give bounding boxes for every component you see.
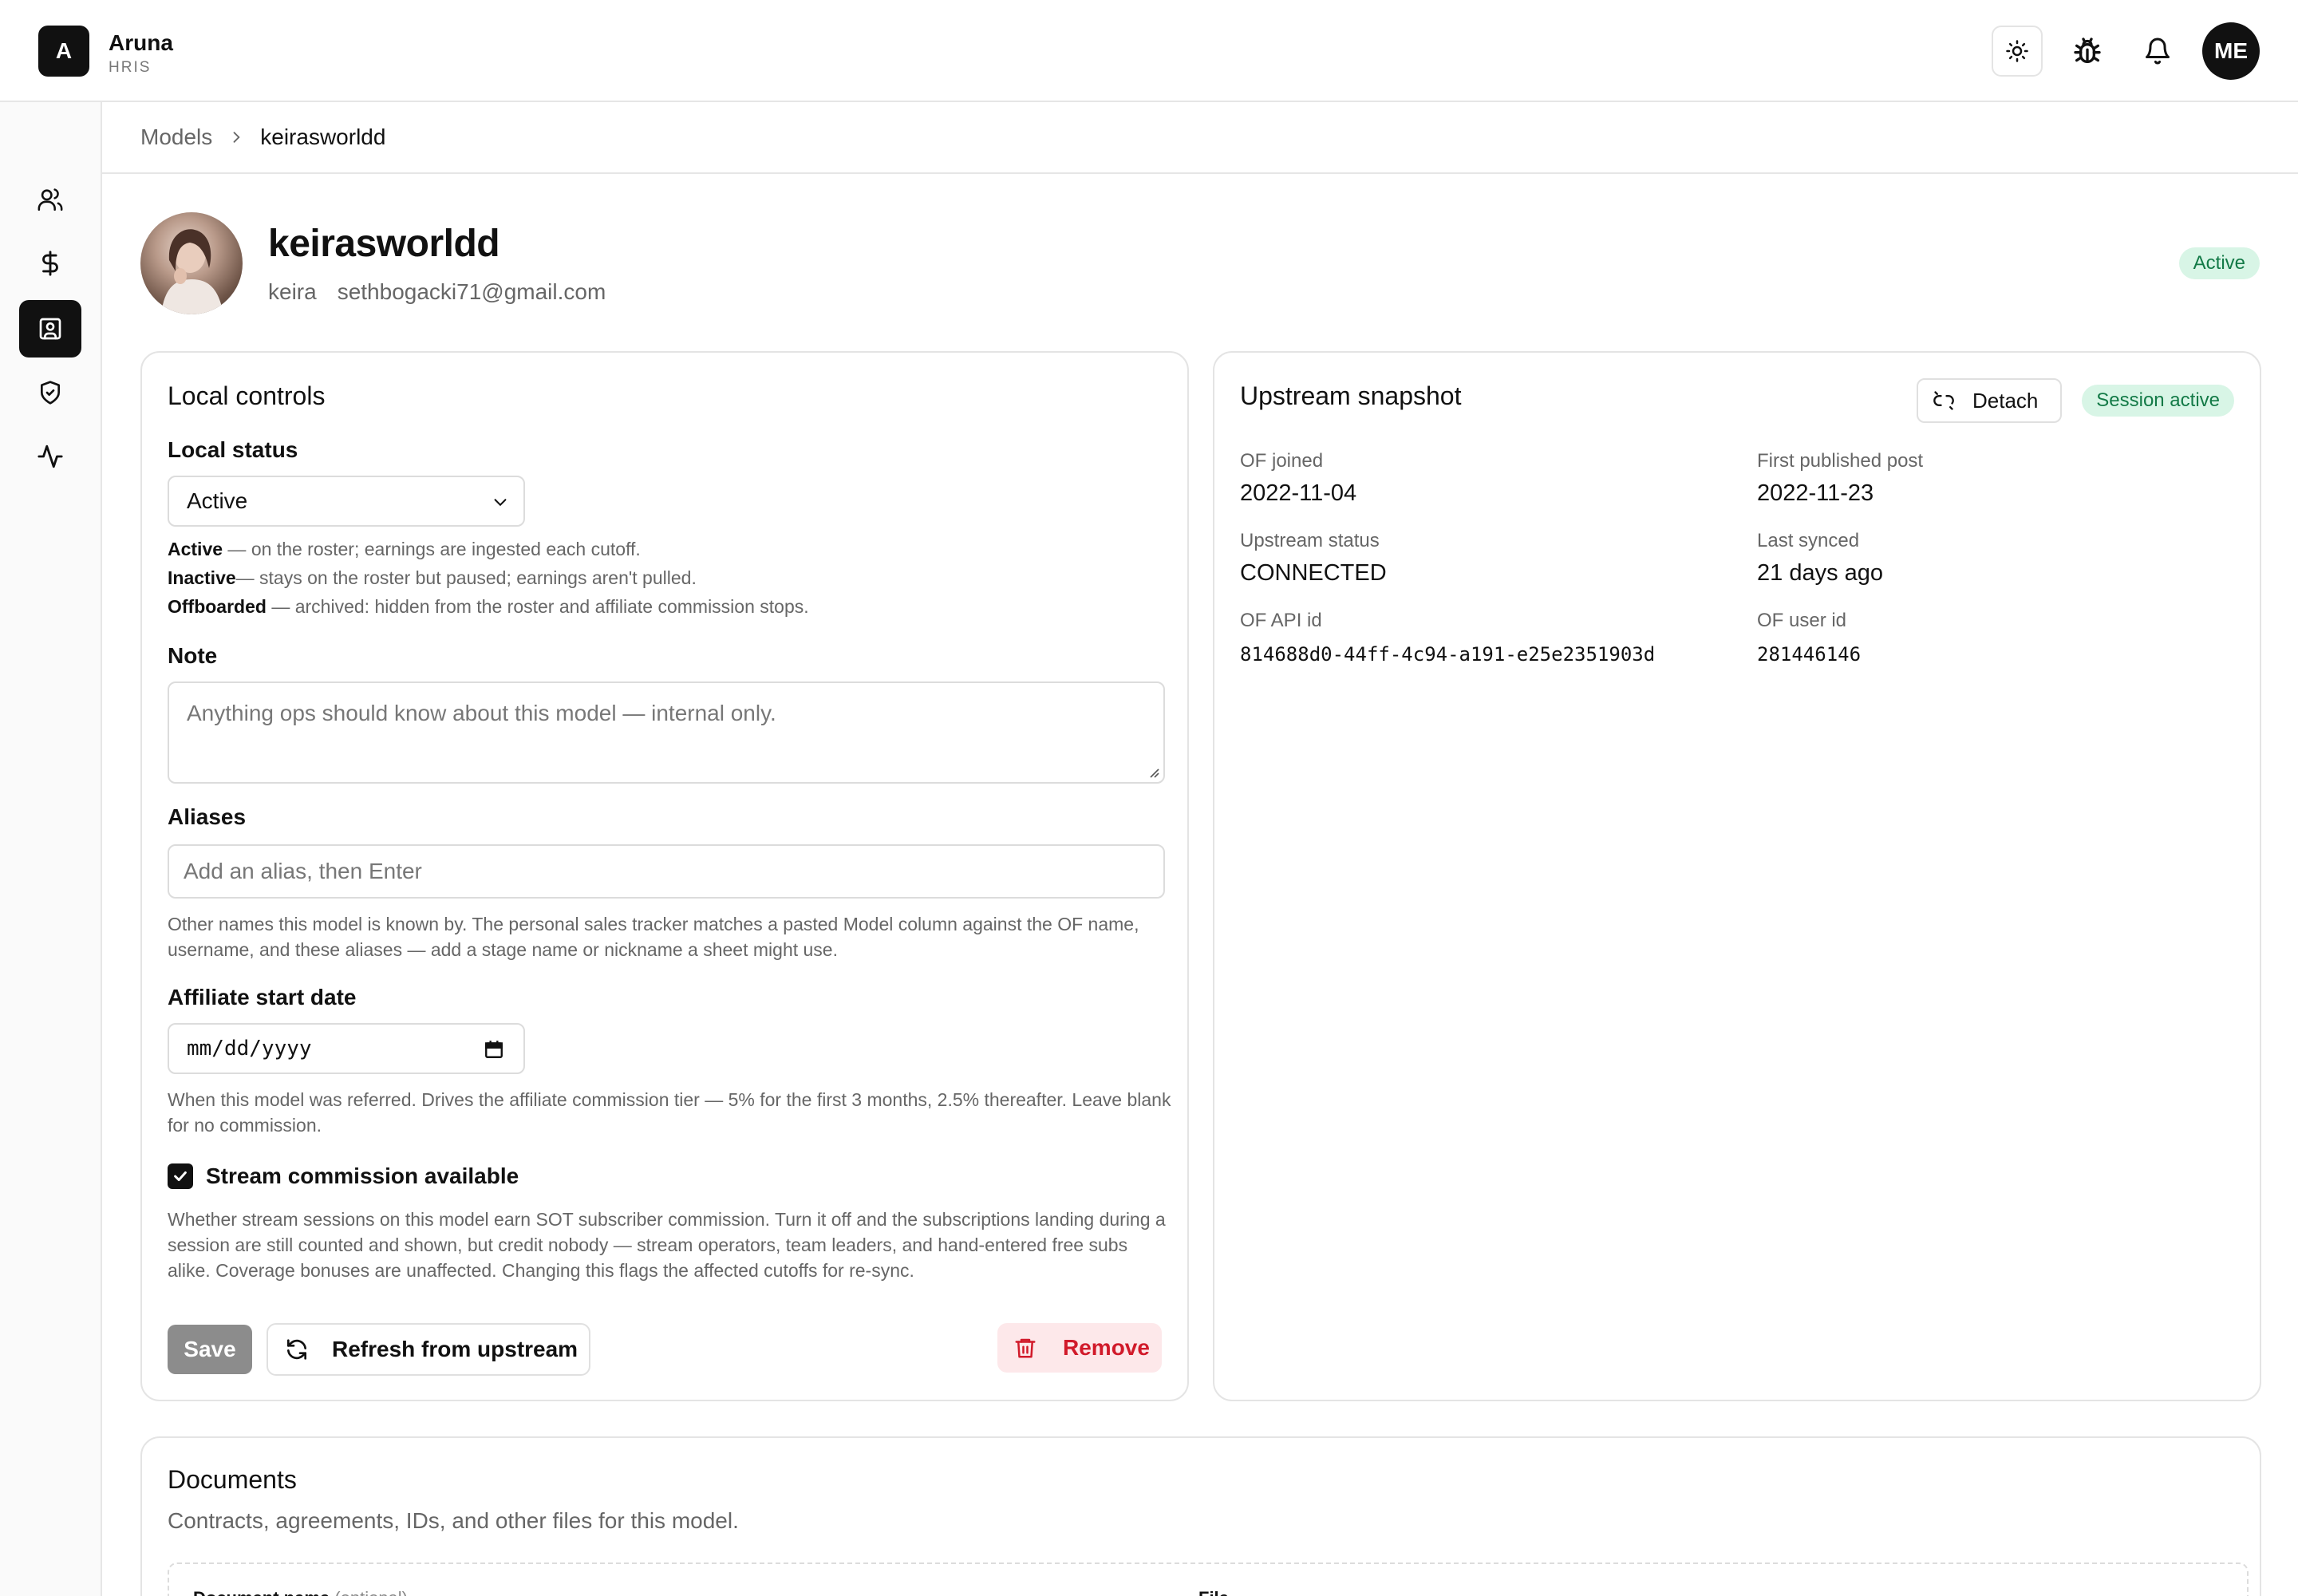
- sidebar-item-payroll[interactable]: [19, 235, 81, 292]
- document-name-column: Document name (optional): [193, 1588, 408, 1596]
- of-api-id-field: OF API id 814688d0-44ff-4c94-a191-e25e23…: [1240, 610, 1655, 666]
- first-post-label: First published post: [1757, 450, 1924, 472]
- aliases-placeholder: Add an alias, then Enter: [184, 859, 422, 883]
- document-name-label: Document name: [193, 1588, 330, 1596]
- status-help-inactive: Inactive— stays on the roster but paused…: [168, 567, 697, 588]
- local-status-help: Active — on the roster; earnings are ing…: [168, 535, 809, 621]
- of-user-id-field: OF user id 281446146: [1757, 610, 1861, 666]
- remove-button[interactable]: Remove: [997, 1323, 1162, 1373]
- of-api-id-label: OF API id: [1240, 610, 1322, 631]
- local-status-select[interactable]: Active: [168, 476, 525, 527]
- top-bar: A Aruna HRIS ME: [0, 0, 2298, 102]
- app-name: Aruna: [109, 30, 173, 55]
- bug-icon: [2071, 35, 2103, 67]
- document-upload-area: Document name (optional) File: [168, 1562, 2249, 1596]
- shield-check-icon: [38, 380, 63, 405]
- model-username: keirasworldd: [268, 223, 500, 265]
- breadcrumb-current: keirasworldd: [260, 124, 386, 149]
- stream-commission-label[interactable]: Stream commission available: [206, 1163, 519, 1189]
- note-label: Note: [168, 643, 218, 668]
- detach-label: Detach: [1972, 388, 2039, 413]
- of-user-id-label: OF user id: [1757, 610, 1847, 631]
- note-textarea[interactable]: Anything ops should know about this mode…: [168, 681, 1165, 784]
- of-api-id-value: 814688d0-44ff-4c94-a191-e25e2351903d: [1240, 643, 1656, 666]
- upstream-status-label: Upstream status: [1240, 530, 1380, 551]
- model-avatar: [140, 212, 243, 314]
- document-name-hint: (optional): [334, 1588, 408, 1596]
- aliases-input[interactable]: Add an alias, then Enter: [168, 844, 1165, 899]
- aliases-label: Aliases: [168, 804, 247, 829]
- sidebar-item-models[interactable]: [19, 300, 81, 358]
- model-status-badge: Active: [2178, 247, 2260, 279]
- stream-commission-help: Whether stream sessions on this model ea…: [168, 1209, 1166, 1281]
- unlink-icon: [1933, 389, 1955, 412]
- affiliate-start-date-input[interactable]: mm/dd/yyyy: [168, 1023, 525, 1074]
- sidebar-item-people[interactable]: [19, 171, 81, 228]
- detach-button[interactable]: Detach: [1917, 378, 2062, 423]
- model-display-name: keira: [268, 279, 317, 304]
- model-meta: keira sethbogacki71@gmail.com: [268, 279, 606, 305]
- documents-card: Documents Contracts, agreements, IDs, an…: [140, 1436, 2261, 1596]
- session-active-badge: Session active: [2082, 385, 2234, 417]
- refresh-from-upstream-button[interactable]: Refresh from upstream: [267, 1323, 590, 1376]
- save-button[interactable]: Save: [168, 1325, 252, 1374]
- local-controls-title: Local controls: [168, 381, 326, 410]
- users-icon: [37, 186, 64, 213]
- upstream-status-value: CONNECTED: [1240, 560, 1387, 586]
- chevron-down-icon: [492, 493, 509, 511]
- of-joined-value: 2022-11-04: [1240, 480, 1357, 506]
- user-avatar[interactable]: ME: [2202, 22, 2260, 80]
- refresh-label: Refresh from upstream: [332, 1337, 578, 1361]
- of-joined-label: OF joined: [1240, 450, 1324, 472]
- breadcrumb: Models keirasworldd: [102, 102, 2298, 174]
- document-file-column: File: [1198, 1588, 1229, 1596]
- sidebar-item-activity[interactable]: [19, 428, 81, 485]
- app-subtitle: HRIS: [109, 59, 152, 76]
- upstream-title: Upstream snapshot: [1240, 381, 1462, 410]
- first-post-field: First published post 2022-11-23: [1757, 450, 1923, 507]
- remove-label: Remove: [1063, 1335, 1150, 1360]
- stream-commission-row: Stream commission available: [168, 1163, 519, 1189]
- affiliate-date-placeholder: mm/dd/yyyy: [187, 1037, 312, 1061]
- upstream-snapshot-card: Upstream snapshot Detach Session active …: [1213, 351, 2261, 1401]
- top-actions: ME: [1992, 22, 2260, 80]
- affiliate-start-label: Affiliate start date: [168, 985, 357, 1009]
- documents-title: Documents: [168, 1465, 297, 1494]
- trash-icon: [1013, 1336, 1037, 1360]
- stream-commission-checkbox[interactable]: [168, 1163, 193, 1189]
- calendar-icon[interactable]: [484, 1039, 504, 1060]
- status-help-active: Active — on the roster; earnings are ing…: [168, 539, 641, 559]
- affiliate-help: When this model was referred. Drives the…: [168, 1089, 1171, 1136]
- last-synced-field: Last synced 21 days ago: [1757, 530, 1883, 587]
- bell-icon: [2143, 37, 2172, 65]
- status-help-offboarded: Offboarded — archived: hidden from the r…: [168, 596, 809, 617]
- first-post-value: 2022-11-23: [1757, 480, 1874, 506]
- resize-grip-icon[interactable]: [1147, 766, 1160, 779]
- model-email: sethbogacki71@gmail.com: [337, 279, 606, 304]
- breadcrumb-models-link[interactable]: Models: [140, 124, 212, 150]
- local-status-label: Local status: [168, 437, 298, 462]
- note-placeholder: Anything ops should know about this mode…: [187, 701, 776, 725]
- notifications-button[interactable]: [2132, 26, 2183, 77]
- local-status-value: Active: [187, 488, 248, 513]
- aliases-help: Other names this model is known by. The …: [168, 914, 1139, 960]
- upstream-status-field: Upstream status CONNECTED: [1240, 530, 1387, 587]
- theme-toggle-button[interactable]: [1992, 26, 2043, 77]
- of-joined-field: OF joined 2022-11-04: [1240, 450, 1356, 507]
- local-controls-card: Local controls Local status Active Activ…: [140, 351, 1189, 1401]
- sidebar-item-security[interactable]: [19, 364, 81, 421]
- last-synced-label: Last synced: [1757, 530, 1860, 551]
- app-logo[interactable]: A: [38, 26, 89, 77]
- bug-report-button[interactable]: [2062, 26, 2113, 77]
- documents-subtitle: Contracts, agreements, IDs, and other fi…: [168, 1508, 739, 1533]
- sun-icon: [2005, 39, 2029, 63]
- refresh-icon: [284, 1337, 310, 1362]
- last-synced-value: 21 days ago: [1757, 560, 1884, 586]
- contact-card-icon: [38, 316, 63, 342]
- activity-icon: [37, 443, 64, 470]
- chevron-right-icon: [228, 129, 244, 145]
- dollar-icon: [37, 250, 64, 277]
- sidebar: [0, 102, 102, 1596]
- of-user-id-value: 281446146: [1757, 643, 1862, 666]
